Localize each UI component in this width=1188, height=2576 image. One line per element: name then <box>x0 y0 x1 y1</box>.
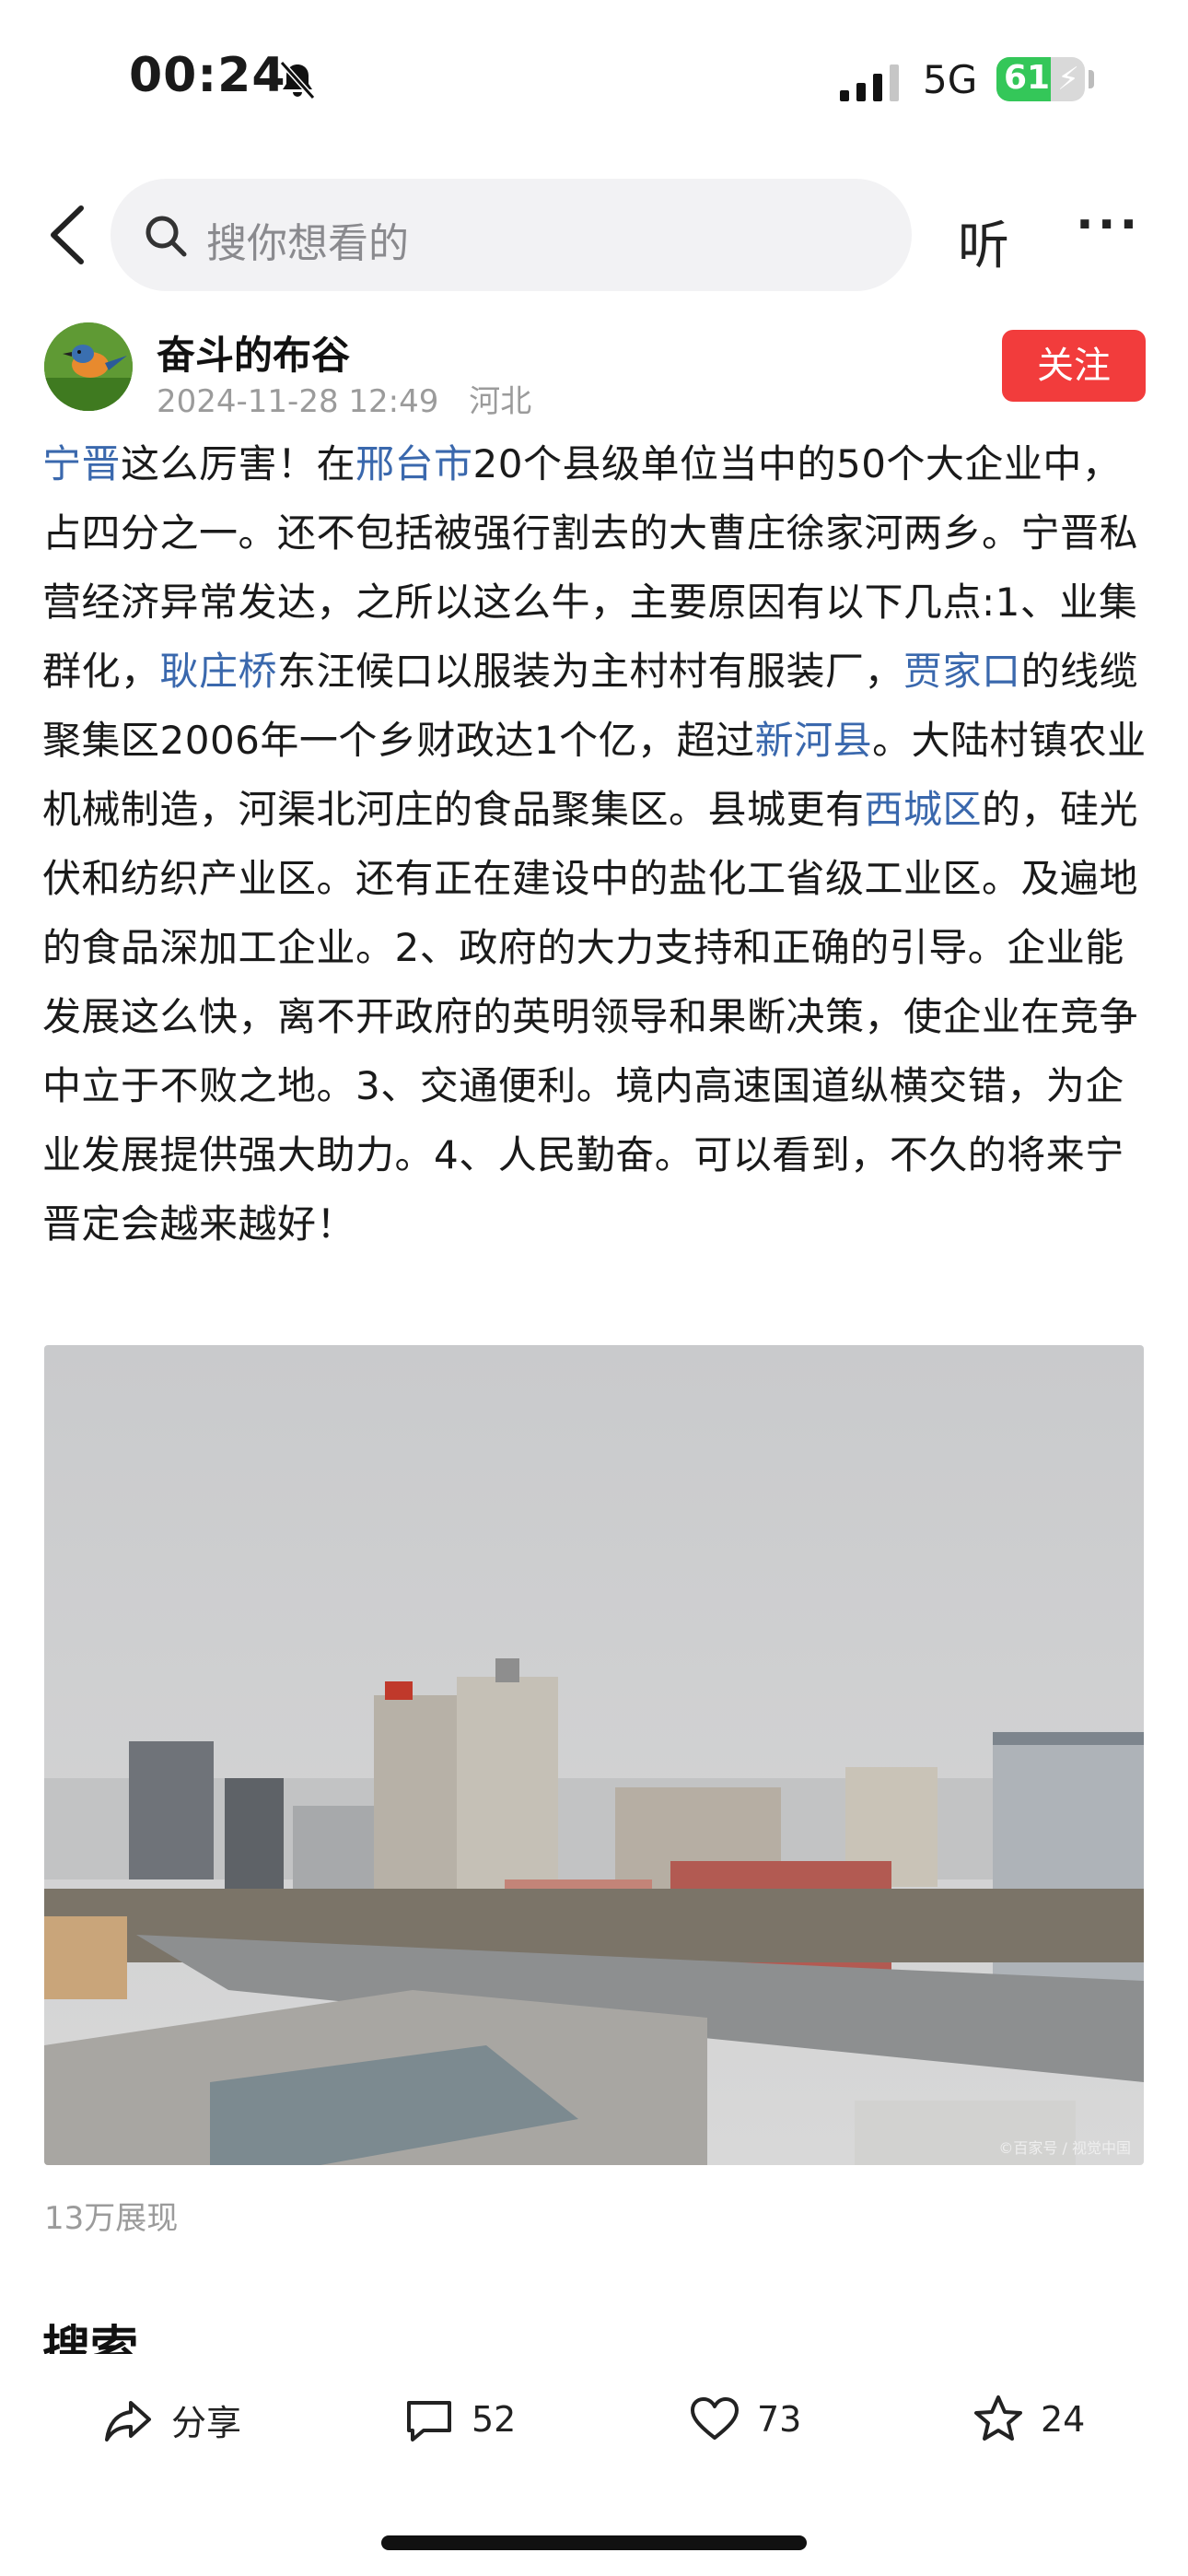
bottom-action-bar: 分享 52 73 24 <box>0 2366 1188 2467</box>
back-chevron-icon[interactable] <box>41 203 96 267</box>
entity-link[interactable]: 宁晋 <box>42 441 121 486</box>
favorite-button[interactable]: 24 <box>973 2392 1085 2447</box>
photo-watermark: ©百家号 / 视觉中国 <box>998 2139 1131 2157</box>
home-indicator[interactable] <box>381 2535 807 2550</box>
entity-link[interactable]: 贾家口 <box>903 649 1021 694</box>
bell-muted-icon <box>279 60 316 100</box>
comment-icon <box>407 2401 451 2441</box>
entity-link[interactable]: 西城区 <box>865 787 983 832</box>
article-text-segment: 的，硅光伏和纺织产业区。还有正在建设中的盐化工省级工业区。及遍地的食品深加工企业… <box>42 787 1139 1247</box>
comment-count: 52 <box>472 2399 517 2440</box>
star-icon <box>974 2395 1022 2441</box>
status-bar: 00:24 5G 61 ⚡ <box>0 0 1188 166</box>
more-options-button[interactable]: ··· <box>1076 197 1141 252</box>
author-name[interactable]: 奋斗的布谷 <box>157 324 350 381</box>
search-placeholder: 搜你想看的 <box>206 220 409 267</box>
entity-link[interactable]: 耿庄桥 <box>160 649 278 694</box>
search-icon <box>146 216 187 257</box>
network-type: 5G <box>923 57 978 102</box>
article-body: 宁晋这么厉害！在邢台市20个县级单位当中的50个大企业中，占四分之一。还不包括被… <box>42 429 1147 1259</box>
article-text-segment: 东汪候口以服装为主村村有服装厂， <box>277 649 904 694</box>
comment-button[interactable]: 52 <box>403 2392 516 2447</box>
entity-link[interactable]: 邢台市 <box>355 441 473 486</box>
share-icon <box>105 2401 151 2441</box>
section-heading: 搜索 <box>42 2322 139 2354</box>
clock: 00:24 <box>129 48 286 103</box>
avatar[interactable] <box>44 322 133 411</box>
share-button[interactable]: 分享 <box>103 2392 241 2447</box>
entity-link[interactable]: 新河县 <box>755 718 873 763</box>
article-photo[interactable]: ©百家号 / 视觉中国 <box>44 1345 1144 2165</box>
battery-level: 61 <box>1004 59 1051 97</box>
favorite-count: 24 <box>1041 2399 1086 2440</box>
heart-icon <box>691 2397 739 2440</box>
battery-cap <box>1089 70 1094 88</box>
post-date: 2024-11-28 12:49 <box>157 383 439 420</box>
article-page: 00:24 5G 61 ⚡ 搜你想看的 听 ··· 奋斗的布谷 2024-11-… <box>0 0 1188 2576</box>
charging-bolt-icon: ⚡ <box>1057 61 1079 98</box>
battery-icon: 61 ⚡ <box>996 57 1085 101</box>
post-meta: 2024-11-28 12:49 河北 <box>157 376 552 421</box>
article-text-segment: 这么厉害！在 <box>121 441 356 486</box>
city-skyline-image <box>44 1345 1144 2165</box>
search-input[interactable]: 搜你想看的 <box>111 179 912 291</box>
view-count: 13万展现 <box>44 2200 179 2237</box>
search-header: 搜你想看的 听 ··· <box>0 175 1188 295</box>
cellular-signal-icon <box>840 64 899 101</box>
author-row: 奋斗的布谷 2024-11-28 12:49 河北 关注 <box>0 319 1188 420</box>
share-label: 分享 <box>171 2402 242 2443</box>
like-count: 73 <box>757 2399 802 2440</box>
like-button[interactable]: 73 <box>689 2392 801 2447</box>
listen-button[interactable]: 听 <box>958 205 1009 279</box>
post-location: 河北 <box>469 383 532 420</box>
follow-button[interactable]: 关注 <box>1002 330 1146 402</box>
bird-avatar-image <box>44 322 133 411</box>
